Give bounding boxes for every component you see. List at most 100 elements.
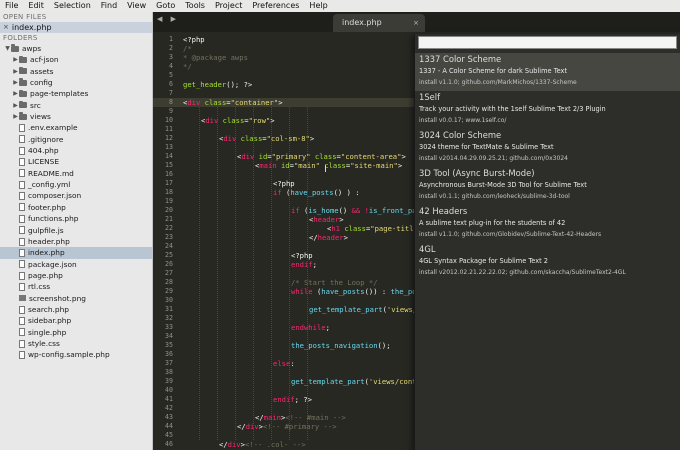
tree-item-label: search.php	[28, 304, 69, 314]
line-number: 12	[165, 134, 173, 142]
code-token: if	[273, 188, 282, 197]
tree-item-label: rtl.css	[28, 282, 51, 292]
tree-item[interactable]: 404.php	[0, 145, 152, 156]
tree-item[interactable]: ▶ views	[0, 111, 152, 122]
palette-item[interactable]: 3024 Color Scheme 3024 theme for TextMate…	[415, 129, 680, 167]
tree-item[interactable]: package.json	[0, 259, 152, 270]
tree-item[interactable]: gulpfile.js	[0, 225, 152, 236]
code-token: main	[259, 161, 277, 170]
tab-close-icon[interactable]: ×	[413, 14, 419, 32]
file-icon	[19, 248, 25, 257]
code-token: else	[273, 359, 291, 368]
line-number: 7	[169, 89, 173, 97]
tree-item[interactable]: header.php	[0, 236, 152, 247]
tree-item[interactable]: style.css	[0, 338, 152, 349]
code-line: endif;	[291, 260, 317, 269]
palette-item-desc: Track your activity with the 1self Subli…	[419, 105, 606, 113]
chevron-right-icon[interactable]: ▶	[12, 66, 19, 77]
menu-file[interactable]: File	[0, 0, 23, 12]
menu-edit[interactable]: Edit	[23, 0, 49, 12]
menu-find[interactable]: Find	[96, 0, 122, 12]
tree-item[interactable]: ▶ src	[0, 100, 152, 111]
tab-bar: ◀ ▶ index.php ×	[153, 12, 680, 32]
code-token: endif	[291, 260, 313, 269]
line-number: 41	[165, 395, 173, 403]
tree-item-label: views	[30, 112, 51, 122]
file-icon	[19, 135, 25, 144]
code-token: "primary"	[271, 152, 311, 161]
tree-item[interactable]: README.md	[0, 168, 152, 179]
tree-item[interactable]: ▶ page-templates	[0, 88, 152, 99]
palette-item[interactable]: 42 Headers A sublime text plug-in for the…	[415, 205, 680, 243]
line-number: 17	[165, 179, 173, 187]
folder-icon	[19, 55, 27, 64]
menu-project[interactable]: Project	[210, 0, 247, 12]
tree-item[interactable]: ▶ config	[0, 77, 152, 88]
tree-item[interactable]: search.php	[0, 304, 152, 315]
close-icon[interactable]: ×	[3, 22, 9, 33]
tree-item[interactable]: composer.json	[0, 190, 152, 201]
indent-guide	[217, 107, 218, 440]
code-line: get_header(); ?>	[183, 80, 252, 89]
palette-item-meta: install v1.1.0; github.com/MarkMichos/13…	[419, 79, 577, 86]
tree-item[interactable]: ▼ awps	[0, 43, 152, 54]
tree-item[interactable]: screenshot.png	[0, 293, 152, 304]
tree-item[interactable]: index.php	[0, 247, 152, 259]
code-token: endwhile	[291, 323, 326, 332]
tree-item[interactable]: sidebar.php	[0, 315, 152, 326]
tree-item[interactable]: .env.example	[0, 122, 152, 133]
code-token: <?php	[291, 251, 313, 260]
tree-item[interactable]: functions.php	[0, 213, 152, 224]
tree-item[interactable]: wp-config.sample.php	[0, 349, 152, 360]
menu-view[interactable]: View	[122, 0, 151, 12]
indent-guide	[199, 107, 200, 440]
chevron-right-icon[interactable]: ▶	[12, 77, 19, 88]
palette-item-meta: install v0.1.1; github.com/leoheck/subli…	[419, 193, 570, 200]
code-token: <!-- #primary -->	[262, 422, 337, 431]
tree-item[interactable]: ▶ assets	[0, 66, 152, 77]
code-token: ; ?>	[294, 395, 312, 404]
menu-goto[interactable]: Goto	[151, 0, 180, 12]
tree-item[interactable]: ▶ acf-json	[0, 54, 152, 65]
line-number: 10	[165, 116, 173, 124]
chevron-right-icon[interactable]: ▶	[12, 100, 19, 111]
tab-nav-arrows-icon[interactable]: ◀ ▶	[157, 15, 179, 23]
palette-item[interactable]: 3D Tool (Async Burst-Mode) Asynchronous B…	[415, 167, 680, 205]
palette-item[interactable]: 1337 Color Scheme 1337 - A Color Scheme f…	[415, 53, 680, 91]
palette-item[interactable]: 4GL 4GL Syntax Package for Sublime Text 2…	[415, 243, 680, 281]
line-number: 26	[165, 260, 173, 268]
open-file-item[interactable]: × index.php	[0, 22, 152, 33]
code-token: get_template_part	[291, 377, 365, 386]
line-number: 18	[165, 188, 173, 196]
palette-item[interactable]: 1Self Track your activity with the 1self …	[415, 91, 680, 129]
chevron-right-icon[interactable]: ▶	[12, 111, 19, 122]
code-token: main	[263, 413, 281, 422]
tree-item[interactable]: LICENSE	[0, 156, 152, 167]
palette-search-input[interactable]	[418, 36, 677, 49]
code-token: /*	[183, 44, 192, 53]
line-number: 3	[169, 53, 173, 61]
tree-item[interactable]: rtl.css	[0, 281, 152, 292]
menu-tools[interactable]: Tools	[180, 0, 210, 12]
line-number: 34	[165, 332, 173, 340]
line-number: 27	[165, 269, 173, 277]
file-icon	[19, 350, 25, 359]
tab-index-php[interactable]: index.php ×	[333, 14, 425, 32]
menu-preferences[interactable]: Preferences	[247, 0, 304, 12]
tree-item[interactable]: footer.php	[0, 202, 152, 213]
tree-item-label: wp-config.sample.php	[28, 350, 110, 360]
tree-item[interactable]: .gitignore	[0, 134, 152, 145]
tree-item-label: sidebar.php	[28, 316, 72, 326]
tree-item[interactable]: page.php	[0, 270, 152, 281]
chevron-right-icon[interactable]: ▶	[12, 54, 19, 65]
tree-item[interactable]: single.php	[0, 327, 152, 338]
file-icon	[19, 339, 25, 348]
tree-item[interactable]: _config.yml	[0, 179, 152, 190]
menu-help[interactable]: Help	[304, 0, 332, 12]
code-token: <!-- .col- -->	[244, 440, 306, 449]
chevron-right-icon[interactable]: ▶	[12, 88, 19, 99]
chevron-down-icon[interactable]: ▼	[4, 43, 11, 54]
menu-selection[interactable]: Selection	[49, 0, 96, 12]
file-icon	[19, 169, 25, 178]
file-icon	[19, 328, 25, 337]
